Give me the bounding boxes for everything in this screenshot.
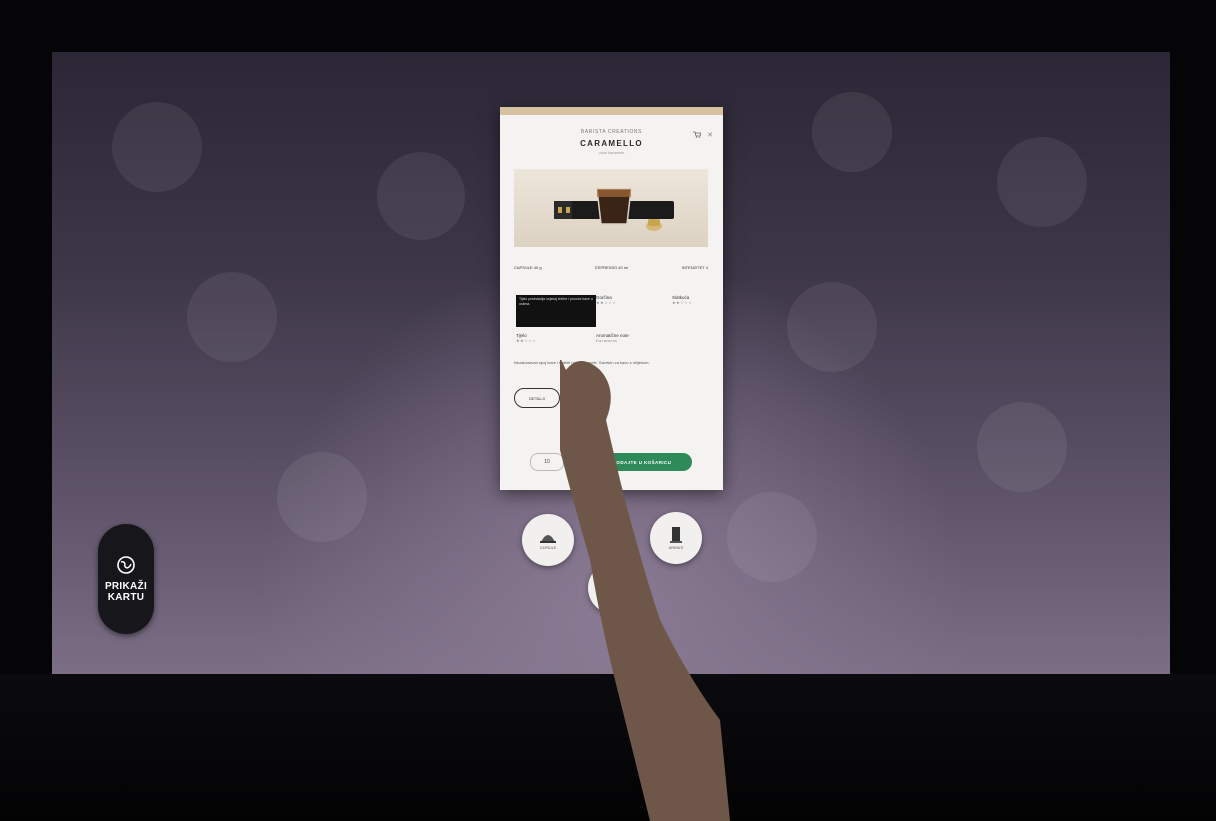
product-image (514, 169, 708, 247)
room-foreground (0, 674, 1216, 821)
add-to-cart-button[interactable]: DODAJTE U KOŠARICU (592, 453, 692, 471)
product-description: Nezaboravan spoj kave i slatkih nota kar… (514, 360, 650, 365)
show-map-label-line1: PRIKAŽI (104, 581, 148, 592)
spec-espresso: ESPRESSO 40 ml (595, 265, 629, 270)
bokeh-light (997, 137, 1087, 227)
kiosk-screen: PRIKAŽI KARTU BARISTA CREATIONS CARAMELL… (52, 52, 1170, 674)
details-button[interactable]: DETALJI (514, 388, 560, 408)
nav-machines-label: APARATI (668, 546, 684, 550)
product-card: BARISTA CREATIONS CARAMELLO okus karamel… (500, 107, 723, 490)
attr-aromatic-notes: Aromatične note Karamela (596, 333, 629, 343)
nav-capsules-label: CAPSULE (539, 546, 557, 550)
bokeh-light (187, 272, 277, 362)
spec-capsule: CAPSULE 40 g (514, 265, 542, 270)
bokeh-light (112, 102, 202, 192)
bokeh-light (277, 452, 367, 542)
show-map-button[interactable]: PRIKAŽI KARTU (98, 524, 154, 634)
attr-sweetness[interactable]: Slatkoća ★★☆☆☆ (672, 295, 692, 305)
product-name: CARAMELLO (580, 139, 643, 148)
bokeh-light (977, 402, 1067, 492)
bokeh-light (787, 282, 877, 372)
rating-stars: ★★☆☆☆ (672, 300, 693, 305)
attr-bitterness[interactable]: Gorčina ★★☆☆☆ (596, 295, 616, 305)
nav-home-button[interactable] (588, 562, 640, 614)
attribute-tooltip: Tijelo predstavlja osjećaj težine i puno… (516, 295, 596, 327)
attr-body[interactable]: Tijelo ★★☆☆☆ (516, 333, 536, 343)
nav-machines-button[interactable]: APARATI (650, 512, 702, 564)
close-icon[interactable]: ✕ (707, 131, 713, 139)
nav-capsules-button[interactable]: CAPSULE (522, 514, 574, 566)
product-range: BARISTA CREATIONS (580, 129, 643, 135)
bokeh-light (727, 492, 817, 582)
rating-stars: ★★☆☆☆ (516, 338, 537, 343)
product-specs: CAPSULE 40 g ESPRESSO 40 ml INTENZITET 4 (514, 265, 708, 270)
bokeh-light (812, 92, 892, 172)
cart-icon[interactable] (693, 131, 701, 138)
capsule-icon (540, 535, 556, 543)
coffee-product-illustration (554, 188, 674, 231)
spec-intensity: INTENZITET 4 (681, 265, 708, 270)
home-icon (607, 581, 621, 595)
rating-stars: ★★☆☆☆ (596, 300, 617, 305)
quantity-stepper[interactable]: 10 (530, 453, 564, 471)
machine-icon (670, 527, 682, 543)
globe-icon (117, 556, 135, 574)
bokeh-light (377, 152, 465, 240)
product-subtitle: okus karamele (598, 150, 625, 155)
show-map-label-line2: KARTU (107, 592, 145, 603)
